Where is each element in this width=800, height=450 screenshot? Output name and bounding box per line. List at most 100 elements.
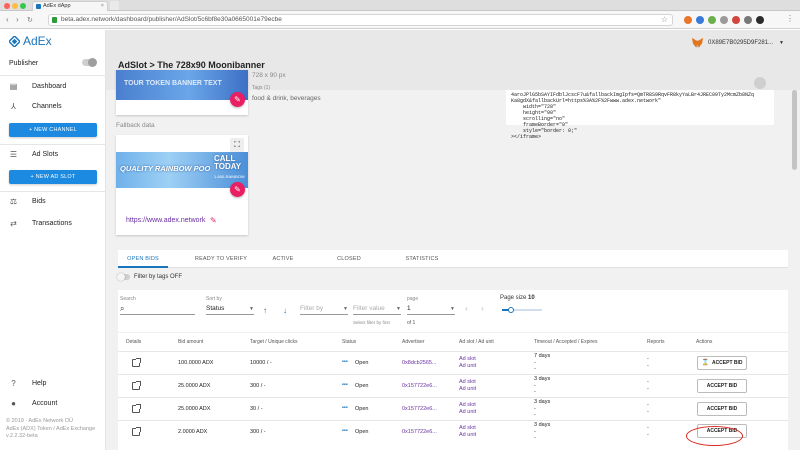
advertiser-link[interactable]: 0x8dcb2565... [402, 360, 437, 366]
embed-code[interactable]: 4aroJPlG5bSAYIFdblJcscF7u&fallbackImgIpf… [506, 90, 774, 140]
sort-descending-icon[interactable]: ↓ [283, 306, 287, 315]
bookmark-star-icon[interactable]: ☆ [661, 15, 668, 25]
browser-tab[interactable]: AdEx dApp × [32, 1, 108, 11]
open-details-icon[interactable] [132, 358, 141, 367]
sidebar-item-channels[interactable]: ⅄ Channels [9, 102, 62, 111]
close-window-icon[interactable] [4, 3, 10, 9]
divider [0, 191, 106, 192]
extension-icon[interactable] [684, 16, 692, 24]
url-bar[interactable]: beta.adex.network/dashboard/publisher/Ad… [48, 14, 673, 26]
help-icon: ? [11, 379, 16, 388]
open-details-icon[interactable] [132, 404, 141, 413]
browser-menu-icon[interactable]: ⋮ [786, 14, 794, 23]
ad-slot-link[interactable]: Ad slot [459, 356, 476, 363]
minimize-window-icon[interactable] [12, 3, 18, 9]
sidebar-item-transactions[interactable]: ⇄ Transactions [9, 219, 72, 228]
tab-closed[interactable]: CLOSED [328, 250, 370, 268]
back-icon[interactable]: ‹ [6, 15, 9, 24]
ad-slot-link[interactable]: Ad slot [459, 425, 476, 432]
edit-url-icon[interactable]: ✎ [210, 216, 217, 225]
new-tab-button[interactable] [110, 1, 119, 10]
extension-icon[interactable] [732, 16, 740, 24]
list-icon: ☰ [9, 150, 18, 159]
reload-icon[interactable]: ↻ [27, 16, 33, 24]
new-ad-slot-button[interactable]: + NEW AD SLOT [9, 170, 97, 184]
ad-unit-link[interactable]: Ad unit [459, 386, 476, 393]
filter-by-tags-label: Filter by tags OFF [134, 274, 183, 280]
open-details-icon[interactable] [132, 381, 141, 390]
accept-bid-button[interactable]: ACCEPT BID [697, 402, 747, 416]
sort-ascending-icon[interactable]: ↑ [263, 306, 267, 315]
reports-text: - [647, 363, 649, 369]
page-select[interactable]: 1 ▼ [407, 304, 455, 315]
edit-button[interactable]: ✎ [230, 182, 245, 197]
filter-value-select[interactable]: Filter value ▼ [353, 304, 401, 315]
adex-logo[interactable]: AdEx [9, 34, 52, 48]
sidebar-item-bids[interactable]: ⚖ Bids [9, 197, 46, 206]
chevron-down-icon: ▼ [779, 39, 784, 46]
banner-text: TOUR TOKEN BANNER TEXT [124, 80, 222, 87]
favicon-icon [36, 4, 41, 9]
maximize-window-icon[interactable] [20, 3, 26, 9]
extension-icon[interactable] [708, 16, 716, 24]
copyright: © 2019 · AdEx Network OÜ AdEx (ADX) Toke… [6, 418, 95, 441]
ad-slot-link[interactable]: Ad slot [459, 379, 476, 386]
extension-icon[interactable] [696, 16, 704, 24]
reports-text: - [647, 425, 649, 431]
ad-unit-link[interactable]: Ad unit [459, 363, 476, 370]
fullscreen-button[interactable]: ⛶ [230, 138, 244, 152]
reports-text: - [647, 386, 649, 392]
table-row: 25.0000 ADX 300 / - ••• Open 0x157722e6.… [118, 374, 788, 397]
accept-bid-button[interactable]: ⌛ ACCEPT BID [697, 356, 747, 370]
sort-label: Sort by [206, 296, 222, 302]
banner-image: TOUR TOKEN BANNER TEXT [116, 70, 248, 100]
toggle-switch[interactable] [117, 273, 130, 281]
sidebar-item-help[interactable]: ? Help [9, 379, 46, 388]
page-size-slider[interactable] [502, 307, 542, 313]
ad-unit-link[interactable]: Ad unit [459, 432, 476, 439]
sort-by-select[interactable]: Status ▼ [206, 304, 254, 315]
filter-by-select[interactable]: Filter by ▼ [300, 304, 348, 315]
advertiser-link[interactable]: 0x157722e6... [402, 383, 437, 389]
sidebar-item-ad-slots[interactable]: ☰ Ad Slots [9, 150, 58, 159]
sidebar-item-account[interactable]: ● Account [9, 399, 57, 408]
tab-open-bids[interactable]: OPEN BIDS [118, 250, 168, 268]
close-tab-icon[interactable]: × [101, 2, 104, 11]
sidebar-item-dashboard[interactable]: ▤ Dashboard [9, 82, 67, 91]
forward-icon[interactable]: › [16, 15, 19, 24]
filter-by-tags-toggle[interactable]: Filter by tags OFF [117, 273, 183, 281]
ad-slot-link[interactable]: Ad slot [459, 402, 476, 409]
page-value: 1 [407, 305, 411, 312]
scrollbar[interactable] [792, 90, 797, 170]
column-header: Advertiser [402, 339, 425, 345]
extension-icon[interactable] [744, 16, 752, 24]
new-channel-button[interactable]: + NEW CHANNEL [9, 123, 97, 137]
edit-button[interactable]: ✎ [230, 92, 245, 107]
fallback-url-link[interactable]: https://www.adex.network [126, 217, 205, 224]
account-address: 0X89E7B0295D9F281... [707, 39, 774, 46]
advertiser-link[interactable]: 0x157722e6... [402, 406, 437, 412]
open-details-icon[interactable] [132, 427, 141, 436]
role-toggle[interactable] [82, 58, 97, 67]
target-clicks: 300 / - [250, 429, 266, 435]
bid-amount: 100.0000 ADX [178, 360, 214, 366]
search-input[interactable]: ⌕ [120, 304, 195, 315]
hourglass-icon: ⌛ [701, 360, 709, 366]
extension-icon[interactable] [720, 16, 728, 24]
account-icon: ● [11, 399, 16, 408]
slider-thumb[interactable] [508, 307, 514, 313]
sidebar-item-label: Dashboard [32, 83, 67, 90]
status-dots-icon: ••• [342, 359, 348, 365]
next-page-icon[interactable]: › [481, 304, 484, 313]
ad-unit-link[interactable]: Ad unit [459, 409, 476, 416]
tab-active[interactable]: ACTIVE [263, 250, 303, 268]
copyright-line[interactable]: AdEx (ADX) Token / AdEx Exchange [6, 426, 95, 434]
tab-statistics[interactable]: STATISTICS [396, 250, 448, 268]
advertiser-link[interactable]: 0x157722e6... [402, 429, 437, 435]
prev-page-icon[interactable]: ‹ [465, 304, 468, 313]
copy-code-icon[interactable] [754, 77, 766, 89]
accept-bid-button[interactable]: ACCEPT BID [697, 379, 747, 393]
extension-icon[interactable] [756, 16, 764, 24]
account-menu[interactable]: 0X89E7B0295D9F281... ▼ [691, 37, 784, 48]
tab-ready-to-verify[interactable]: READY TO VERIFY [186, 250, 256, 268]
